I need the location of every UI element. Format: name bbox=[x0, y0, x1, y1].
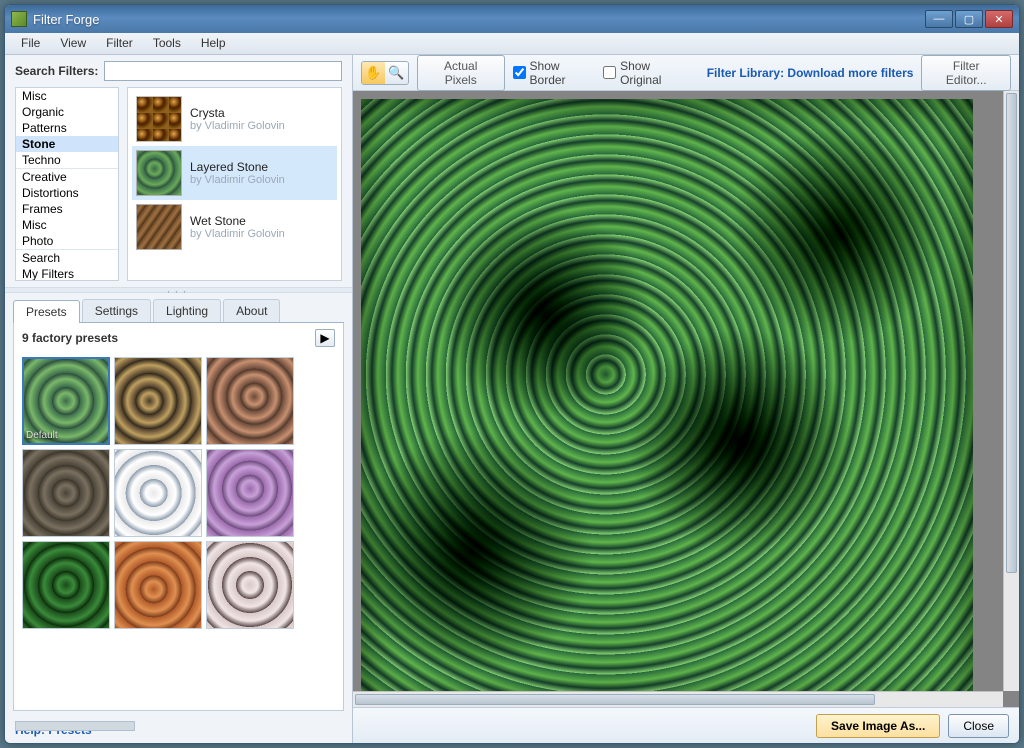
search-label: Search Filters: bbox=[15, 64, 98, 78]
filter-name: Crysta bbox=[190, 106, 285, 120]
filter-thumb bbox=[136, 150, 182, 196]
category-techno[interactable]: Techno bbox=[16, 152, 118, 168]
tab-lighting[interactable]: Lighting bbox=[153, 299, 221, 322]
search-input[interactable] bbox=[104, 61, 342, 81]
zoom-tool-button[interactable]: 🔍 bbox=[385, 62, 408, 84]
app-icon bbox=[11, 11, 27, 27]
category-frames[interactable]: Frames bbox=[16, 201, 118, 217]
save-image-button[interactable]: Save Image As... bbox=[816, 714, 940, 738]
preset-default-label: Default bbox=[26, 430, 58, 441]
show-original-input[interactable] bbox=[603, 66, 616, 79]
preview-image[interactable] bbox=[361, 99, 973, 691]
tab-strip: PresetsSettingsLightingAbout bbox=[13, 299, 344, 323]
filter-library-link[interactable]: Filter Library: Download more filters bbox=[707, 66, 914, 80]
filter-name: Wet Stone bbox=[190, 214, 285, 228]
filter-author: by Vladimir Golovin bbox=[190, 228, 285, 240]
menu-view[interactable]: View bbox=[50, 33, 96, 54]
preset-thumb-2[interactable] bbox=[114, 357, 202, 445]
category-distortions[interactable]: Distortions bbox=[16, 185, 118, 201]
menu-tools[interactable]: Tools bbox=[143, 33, 191, 54]
tab-settings[interactable]: Settings bbox=[82, 299, 151, 322]
maximize-button[interactable]: ▢ bbox=[955, 10, 983, 28]
filter-editor-button[interactable]: Filter Editor... bbox=[921, 55, 1011, 91]
tab-about[interactable]: About bbox=[223, 299, 280, 322]
filter-thumb bbox=[136, 96, 182, 142]
menu-help[interactable]: Help bbox=[191, 33, 236, 54]
filter-item-wet-stone[interactable]: Wet Stoneby Vladimir Golovin bbox=[132, 200, 337, 254]
preset-thumb-9[interactable] bbox=[206, 541, 294, 629]
category-search[interactable]: Search bbox=[16, 250, 118, 266]
left-panel: Search Filters: MiscOrganicPatternsStone… bbox=[5, 55, 353, 743]
actual-pixels-button[interactable]: Actual Pixels bbox=[417, 55, 505, 91]
filter-item-crysta[interactable]: Crystaby Vladimir Golovin bbox=[132, 92, 337, 146]
right-panel: ✋ 🔍 Actual Pixels Show Border Show Origi… bbox=[353, 55, 1019, 743]
menu-file[interactable]: File bbox=[11, 33, 50, 54]
filter-author: by Vladimir Golovin bbox=[190, 174, 285, 186]
window-title: Filter Forge bbox=[33, 12, 925, 27]
preset-count: 9 factory presets bbox=[22, 331, 315, 345]
tab-presets[interactable]: Presets bbox=[13, 300, 80, 323]
app-window: Filter Forge — ▢ ✕ FileViewFilterToolsHe… bbox=[4, 4, 1020, 744]
preset-thumb-4[interactable] bbox=[22, 449, 110, 537]
bottom-bar: Save Image As... Close bbox=[353, 707, 1019, 743]
filter-list[interactable]: Crystaby Vladimir GolovinLayered Stoneby… bbox=[127, 87, 342, 281]
category-photo[interactable]: Photo bbox=[16, 233, 118, 249]
hand-tool-button[interactable]: ✋ bbox=[362, 62, 385, 84]
menubar: FileViewFilterToolsHelp bbox=[5, 33, 1019, 55]
minimize-button[interactable]: — bbox=[925, 10, 953, 28]
panel-splitter[interactable] bbox=[5, 287, 352, 293]
category-misc[interactable]: Misc bbox=[16, 88, 118, 104]
close-window-button[interactable]: ✕ bbox=[985, 10, 1013, 28]
category-creative[interactable]: Creative bbox=[16, 169, 118, 185]
filter-name: Layered Stone bbox=[190, 160, 285, 174]
preset-thumb-3[interactable] bbox=[206, 357, 294, 445]
preview-toolbar: ✋ 🔍 Actual Pixels Show Border Show Origi… bbox=[353, 55, 1019, 91]
preset-play-button[interactable]: ▶ bbox=[315, 329, 335, 347]
preset-thumb-7[interactable] bbox=[22, 541, 110, 629]
menu-filter[interactable]: Filter bbox=[96, 33, 143, 54]
titlebar[interactable]: Filter Forge — ▢ ✕ bbox=[5, 5, 1019, 33]
preset-grid: Default bbox=[14, 353, 343, 710]
preset-thumb-1[interactable]: Default bbox=[22, 357, 110, 445]
filter-author: by Vladimir Golovin bbox=[190, 120, 285, 132]
category-list[interactable]: MiscOrganicPatternsStoneTechnoCreativeDi… bbox=[15, 87, 119, 281]
filter-thumb bbox=[136, 204, 182, 250]
category-stone[interactable]: Stone bbox=[16, 136, 118, 152]
preset-thumb-6[interactable] bbox=[206, 449, 294, 537]
category-misc[interactable]: Misc bbox=[16, 217, 118, 233]
preview-area bbox=[353, 91, 1019, 707]
preset-thumb-5[interactable] bbox=[114, 449, 202, 537]
vertical-scrollbar[interactable] bbox=[1003, 91, 1019, 691]
horizontal-scrollbar[interactable] bbox=[353, 691, 1003, 707]
close-button[interactable]: Close bbox=[948, 714, 1009, 738]
progress-bar bbox=[15, 721, 135, 731]
category-patterns[interactable]: Patterns bbox=[16, 120, 118, 136]
filter-item-layered-stone[interactable]: Layered Stoneby Vladimir Golovin bbox=[132, 146, 337, 200]
category-my-filters[interactable]: My Filters bbox=[16, 266, 118, 281]
category-organic[interactable]: Organic bbox=[16, 104, 118, 120]
show-original-checkbox[interactable]: Show Original bbox=[603, 59, 691, 87]
show-border-checkbox[interactable]: Show Border bbox=[513, 59, 596, 87]
show-border-input[interactable] bbox=[513, 66, 526, 79]
preset-thumb-8[interactable] bbox=[114, 541, 202, 629]
